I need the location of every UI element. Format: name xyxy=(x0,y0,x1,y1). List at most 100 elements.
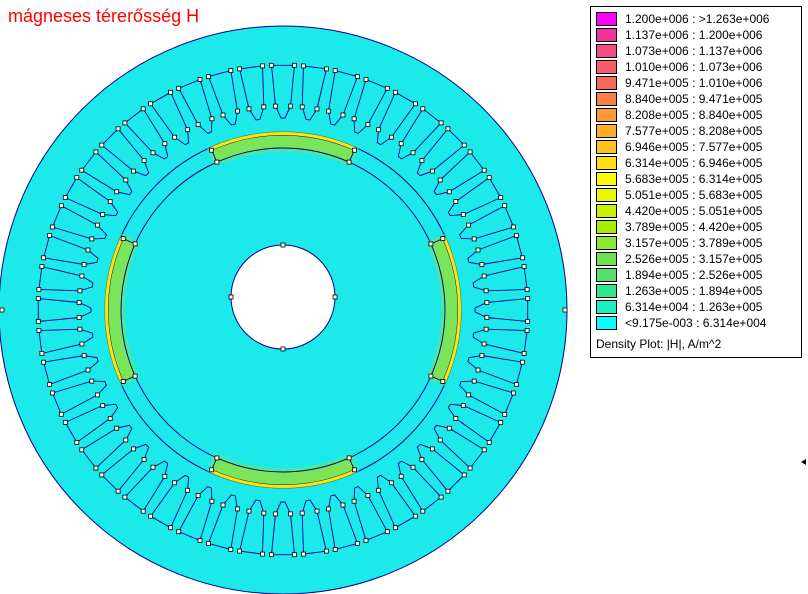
cursor-arrow-icon xyxy=(801,459,806,465)
mesh-node xyxy=(332,294,338,300)
mesh-node xyxy=(39,350,45,356)
mesh-node xyxy=(481,447,487,453)
mesh-node xyxy=(486,175,492,181)
legend-entry: 1.894e+005 : 2.526e+005 xyxy=(596,267,801,283)
legend-label: 5.051e+005 : 5.683e+005 xyxy=(625,188,763,202)
mesh-node xyxy=(36,328,42,333)
legend-entry: 6.314e+004 : 1.263e+005 xyxy=(596,299,801,315)
mesh-node xyxy=(79,341,85,347)
mesh-node xyxy=(392,89,398,95)
mesh-node xyxy=(461,142,467,148)
mesh-node xyxy=(346,159,352,165)
mesh-node xyxy=(107,199,113,205)
mesh-node xyxy=(521,264,527,270)
legend-entry: 4.420e+005 : 5.051e+005 xyxy=(596,203,801,219)
mesh-node xyxy=(172,134,178,140)
mesh-node xyxy=(467,465,473,471)
mesh-node xyxy=(269,62,274,68)
mesh-node xyxy=(471,236,477,242)
legend-swatch xyxy=(596,60,617,74)
mesh-node xyxy=(74,439,80,445)
mesh-node xyxy=(79,167,85,173)
mesh-node xyxy=(35,296,41,301)
mesh-node xyxy=(214,159,220,165)
mesh-node xyxy=(228,547,234,552)
mesh-node xyxy=(280,346,286,352)
mesh-node xyxy=(120,236,126,242)
legend-entry: 8.208e+005 : 8.840e+005 xyxy=(596,107,801,123)
mesh-node xyxy=(479,353,485,358)
mesh-node xyxy=(123,437,129,443)
mesh-node xyxy=(365,122,371,127)
mesh-node xyxy=(440,236,446,242)
mesh-node xyxy=(99,472,105,478)
mesh-node xyxy=(206,74,211,79)
mesh-node xyxy=(520,359,525,365)
mesh-node xyxy=(50,390,55,396)
mesh-node xyxy=(445,488,451,494)
mesh-node xyxy=(36,287,42,292)
mesh-node xyxy=(93,149,99,155)
legend-entry: 5.683e+005 : 6.314e+005 xyxy=(596,171,801,187)
mesh-node xyxy=(301,551,306,557)
mesh-node xyxy=(323,548,329,554)
legend-swatch xyxy=(596,204,617,218)
mesh-node xyxy=(511,224,516,230)
mesh-node xyxy=(466,222,471,228)
mesh-node xyxy=(520,255,525,261)
mesh-node xyxy=(453,199,459,205)
legend-swatch xyxy=(596,140,617,154)
mesh-node xyxy=(326,506,331,512)
mesh-node xyxy=(332,68,338,73)
mesh-node xyxy=(475,247,481,253)
mesh-node xyxy=(484,315,490,320)
legend-label: 3.789e+005 : 4.420e+005 xyxy=(625,220,763,234)
legend-label: 6.314e+005 : 6.946e+005 xyxy=(625,156,763,170)
shaft-hole xyxy=(230,244,336,350)
mesh-node xyxy=(77,326,83,332)
legend-swatch xyxy=(596,268,617,282)
mesh-node xyxy=(162,141,168,147)
mesh-node xyxy=(446,189,452,195)
mesh-node xyxy=(355,541,360,546)
legend-label: 1.200e+006 : >1.263e+006 xyxy=(625,12,770,26)
mesh-node xyxy=(209,147,215,153)
mesh-node xyxy=(437,437,443,443)
mesh-node xyxy=(141,158,147,164)
mesh-node xyxy=(392,525,398,531)
legend-label: 1.010e+006 : 1.073e+006 xyxy=(625,60,763,74)
mesh-node xyxy=(323,66,329,72)
mesh-node xyxy=(195,122,201,127)
mesh-node xyxy=(47,233,52,238)
mesh-node xyxy=(107,415,113,421)
mesh-node xyxy=(429,168,435,174)
mesh-node xyxy=(498,419,504,425)
mesh-node xyxy=(445,126,451,132)
legend-label: 8.208e+005 : 8.840e+005 xyxy=(625,108,763,122)
mesh-node xyxy=(388,480,394,486)
mesh-node xyxy=(209,498,215,504)
mesh-node xyxy=(475,367,481,373)
mesh-node xyxy=(50,224,55,230)
mesh-node xyxy=(314,508,320,514)
mesh-node xyxy=(120,378,126,384)
legend-swatch xyxy=(596,92,617,106)
mesh-node xyxy=(58,411,64,417)
mesh-node xyxy=(195,493,201,498)
mesh-node xyxy=(314,106,320,112)
mesh-node xyxy=(77,288,83,294)
mesh-node xyxy=(93,465,99,471)
mesh-node xyxy=(346,455,352,461)
mesh-node xyxy=(81,353,87,358)
legend-swatch xyxy=(596,220,617,234)
mesh-node xyxy=(481,167,487,173)
legend-entry: 6.314e+005 : 6.946e+005 xyxy=(596,155,801,171)
mesh-node xyxy=(131,168,137,174)
mesh-node xyxy=(483,288,489,294)
legend-swatch xyxy=(596,44,617,58)
mesh-node xyxy=(429,446,435,452)
mesh-node xyxy=(140,508,146,514)
legend-swatch xyxy=(596,108,617,122)
legend-entry: 1.263e+005 : 1.894e+005 xyxy=(596,283,801,299)
mesh-node xyxy=(209,116,215,122)
